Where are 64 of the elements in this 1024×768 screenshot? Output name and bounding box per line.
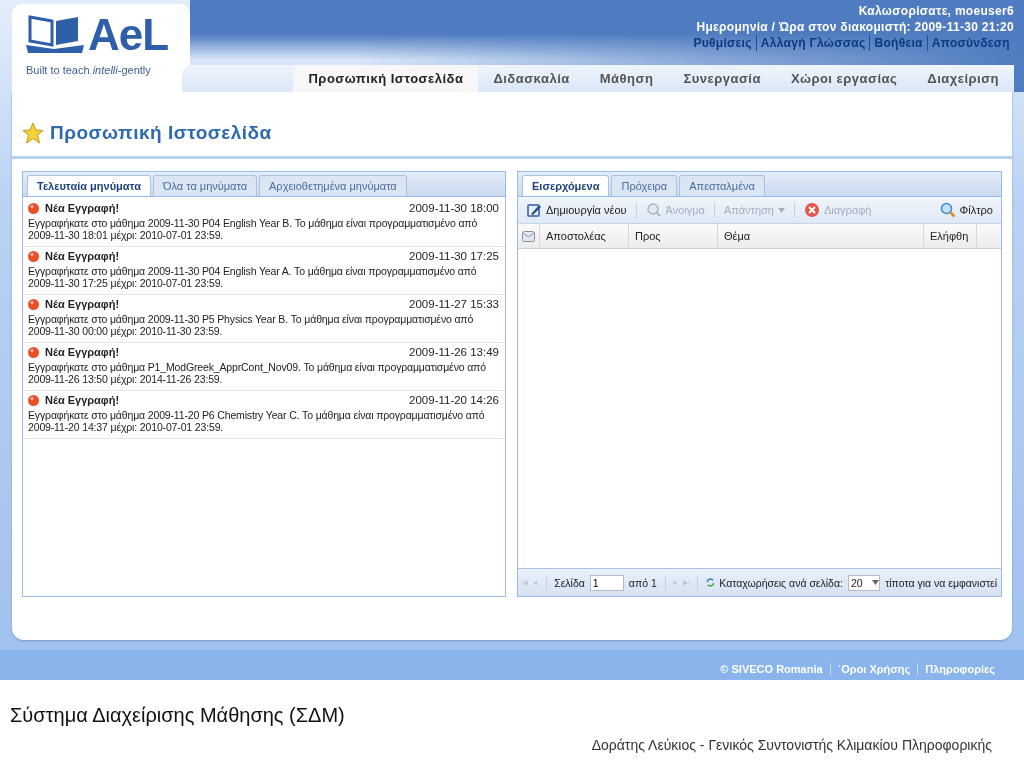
status-dot-icon (28, 394, 39, 406)
panel-tab[interactable]: Τελευταία μηνύματα (27, 175, 151, 196)
message-title: Νέα Εγγραφή! (45, 298, 121, 310)
tagline: Built to teach intelli-gently (26, 64, 151, 76)
toolbar-button[interactable]: Δημιουργία νέου (522, 200, 631, 220)
panel-tab[interactable]: Αρχειοθετημένα μηνύματα (259, 175, 407, 196)
column-header[interactable]: Θέμα (718, 224, 924, 248)
nav-tab[interactable]: Διαχείριση (912, 65, 1014, 92)
caret-icon (872, 580, 880, 585)
user-link[interactable]: Ρυθμίσεις (689, 35, 756, 51)
filter-button[interactable]: Φίλτρο (935, 200, 997, 220)
message-date: 2009-11-27 15:33 (409, 298, 499, 310)
nav-tab[interactable]: Χώροι εργασίας (775, 65, 913, 92)
message-text: Εγγραφήκατε στο μάθημα 2009-11-30 P04 English Year B. Το μάθημα είναι προγραμματισμένο από 2009-11-30 18:01 μέχρι: 2010-07-01 23:59. (28, 217, 479, 241)
message-date: 2009-11-30 18:00 (409, 202, 499, 214)
search-icon (645, 202, 662, 218)
envelope-icon (522, 230, 535, 242)
edit-icon (526, 202, 542, 218)
message-title: Νέα Εγγραφή! (45, 202, 121, 214)
star-icon (22, 122, 44, 144)
panel-tab[interactable]: Εισερχόμενα (522, 175, 610, 196)
message-text: Εγγραφήκατε στο μάθημα 2009-11-30 P5 Physics Year B. Το μάθημα είναι προγραμματισμένο από 2009-11-30 00:00 μέχρι: 2010-11-30 23:59. (28, 313, 475, 337)
server-time: Ημερομηνία / Ώρα στον διακομιστή: 2009-11-30 21:20 (696, 19, 1014, 35)
nav-tab[interactable]: Συνεργασία (668, 65, 776, 92)
panel-tab[interactable]: Όλα τα μηνύματα (152, 175, 258, 196)
logo-text: AeL (88, 12, 169, 58)
page-title: Προσωπική Ιστοσελίδα (50, 122, 272, 144)
message-text: Εγγραφήκατε στο μάθημα P1_ModGreek_ApprCont_Nov09. Το μάθημα είναι προγραμματισμένο από 2009-11-26 13:50 μέχρι: 2014-11-26 23:59. (28, 361, 487, 385)
first-page-icon (522, 577, 528, 588)
search-icon (939, 202, 956, 218)
message-date: 2009-11-30 17:25 (409, 250, 499, 262)
message-title: Νέα Εγγραφή! (45, 250, 121, 262)
page-field[interactable]: 1 (589, 574, 624, 591)
book-laptop-icon (26, 15, 84, 55)
caret-icon (777, 207, 785, 213)
refresh-icon[interactable] (705, 575, 715, 590)
column-header[interactable]: Ελήφθη (924, 224, 977, 248)
panel-tab[interactable]: Πρόχειρα (611, 175, 678, 196)
status-dot-icon (28, 202, 39, 214)
page-label: Σελίδα (554, 576, 585, 589)
message-date: 2009-11-26 13:49 (409, 346, 499, 358)
status-dot-icon (28, 298, 39, 310)
page-count: από 1 (628, 576, 657, 589)
nav-tab[interactable]: Μάθηση (584, 65, 669, 92)
per-page-label: Καταχωρήσεις ανά σελίδα: (719, 576, 843, 589)
slide-title: Σύστημα Διαχείρισης Μάθησης (ΣΔΜ) (10, 704, 346, 727)
column-header[interactable]: Αποστολέας (540, 224, 629, 248)
message-text: Εγγραφήκατε στο μάθημα 2009-11-20 P6 Chemistry Year C. Το μάθημα είναι προγραμματισμένο από 2009-11-20 14:37 μέχρι: 2010-07-01 23:59. (28, 409, 486, 433)
column-header[interactable]: Προς (629, 224, 718, 248)
last-page-icon (683, 577, 689, 588)
status-dot-icon (28, 250, 39, 262)
welcome-text: Καλωσορίσατε, moeuser6 (858, 3, 1014, 19)
nav-tab[interactable]: Προσωπική Ιστοσελίδα (293, 65, 479, 92)
delete-icon (803, 202, 820, 218)
slide-author: Δοράτης Λεύκιος - Γενικός Συντονιστής Κλιμακίου Πληροφορικής (590, 737, 992, 753)
per-page-dropdown[interactable]: 20 (847, 574, 881, 591)
message-date: 2009-11-20 14:26 (409, 394, 499, 406)
message-title: Νέα Εγγραφή! (45, 346, 121, 358)
message-title: Νέα Εγγραφή! (45, 394, 121, 406)
panel-tab[interactable]: Απεσταλμένα (679, 175, 765, 196)
status-dot-icon (28, 346, 39, 358)
empty-status: τίποτα για να εμφανιστεί (885, 576, 998, 589)
message-text: Εγγραφήκατε στο μάθημα 2009-11-30 P04 English Year A. Το μάθημα είναι προγραμματισμένο από 2009-11-30 17:25 μέχρι: 2010-07-01 23:59. (28, 265, 478, 289)
nav-tab[interactable]: Διδασκαλία (478, 65, 585, 92)
